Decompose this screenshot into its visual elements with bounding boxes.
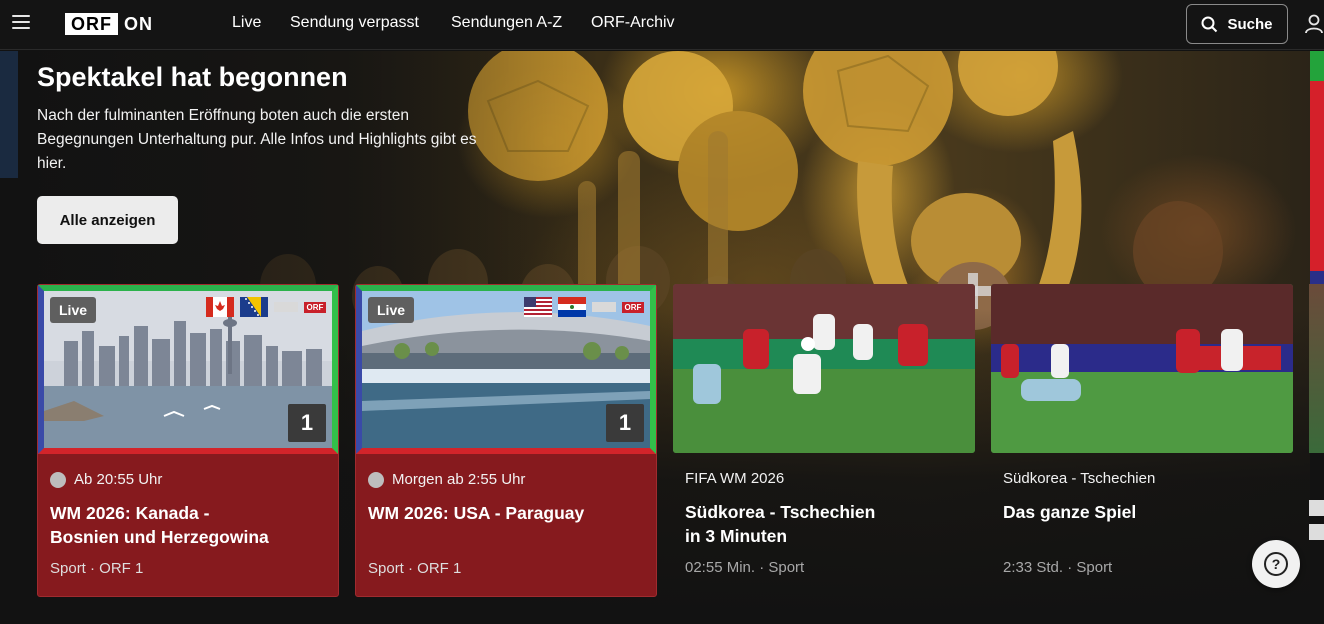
nav-link-orf-archiv[interactable]: ORF-Archiv — [591, 14, 675, 32]
live-badge: Live — [50, 297, 97, 323]
next-card-thumbnail[interactable] — [1309, 284, 1324, 453]
logo-orf: ORF — [65, 13, 118, 35]
card-suedkorea-tschechien-full-match[interactable]: Südkorea - Tschechien Das ganze Spiel 2:… — [991, 284, 1293, 597]
hamburger-menu-icon[interactable] — [12, 15, 30, 33]
card-subtitle: Sport · ORF 1 — [368, 560, 462, 577]
search-icon — [1201, 16, 1218, 32]
next-card-title-fragment — [1309, 500, 1324, 548]
card-thumbnail: Live ORF 1 — [38, 285, 338, 454]
card-thumbnail — [673, 284, 975, 453]
hero-title: Spektakel hat begonnen — [37, 62, 348, 92]
channel-badge: 1 — [606, 404, 644, 442]
orf-on-logo[interactable]: ORF ON — [65, 12, 153, 36]
card-title-line1: Südkorea - Tschechien — [685, 502, 876, 522]
team-flags: ORF — [206, 297, 326, 317]
card-title-line2: Bosnien und Herzegowina — [50, 527, 269, 547]
card-title: WM 2026: USA - Paraguay — [368, 501, 648, 525]
help-button[interactable]: ? — [1252, 540, 1300, 588]
card-title-line2: in 3 Minuten — [685, 526, 788, 546]
card-category: FIFA WM 2026 — [685, 470, 785, 487]
card-time: Morgen ab 2:55 Uhr — [368, 471, 525, 488]
svg-text:?: ? — [1272, 556, 1281, 572]
search-label: Suche — [1227, 15, 1273, 33]
status-dot-icon — [50, 471, 66, 488]
card-time-label: Ab 20:55 Uhr — [74, 471, 163, 488]
broadcaster-logo-icon — [592, 302, 616, 312]
card-time: Ab 20:55 Uhr — [50, 471, 162, 488]
orf-logo-icon: ORF — [304, 301, 326, 313]
card-kanada-bosnien[interactable]: Live ORF 1 Ab 20:55 Uhr WM 2026: Kanada … — [37, 284, 339, 597]
status-dot-icon — [368, 471, 384, 488]
hero-description: Nach der fulminanten Eröffnung boten auc… — [37, 107, 477, 172]
nav-link-sendung-verpasst[interactable]: Sendung verpasst — [290, 14, 419, 32]
card-subtitle: 02:55 Min. · Sport — [685, 559, 805, 576]
card-category: Südkorea - Tschechien — [1003, 470, 1156, 487]
user-icon[interactable] — [1304, 14, 1324, 34]
question-mark-icon: ? — [1264, 552, 1288, 576]
team-flags: ORF — [524, 297, 644, 317]
live-badge: Live — [368, 297, 415, 323]
football-match-image — [673, 284, 975, 453]
search-button[interactable]: Suche — [1186, 4, 1288, 44]
card-time-label: Morgen ab 2:55 Uhr — [392, 471, 526, 488]
card-usa-paraguay[interactable]: Live ORF 1 Morgen ab 2:55 Uhr WM 2026: U… — [355, 284, 657, 597]
nav-link-live[interactable]: Live — [232, 14, 261, 32]
broadcaster-logo-icon — [274, 302, 298, 312]
card-subtitle: 2:33 Std. · Sport — [1003, 559, 1113, 576]
card-subtitle: Sport · ORF 1 — [50, 560, 144, 577]
card-thumbnail — [991, 284, 1293, 453]
bosnia-flag-icon — [240, 297, 268, 317]
card-suedkorea-tschechien-highlights[interactable]: FIFA WM 2026 Südkorea - Tschechien in 3 … — [673, 284, 975, 597]
card-title: WM 2026: Kanada - Bosnien und Herzegowin… — [50, 501, 330, 549]
football-match-image — [991, 284, 1293, 453]
channel-badge: 1 — [288, 404, 326, 442]
previous-slide-edge — [0, 51, 18, 178]
show-all-button[interactable]: Alle anzeigen — [37, 196, 178, 244]
logo-on: ON — [124, 13, 153, 34]
top-navigation: ORF ON Live Sendung verpasst Sendungen A… — [0, 0, 1324, 50]
card-title-line1: Das ganze Spiel — [1003, 502, 1137, 522]
usa-flag-icon — [524, 297, 552, 317]
orf-logo-icon: ORF — [622, 301, 644, 313]
paraguay-flag-icon — [558, 297, 586, 317]
canada-flag-icon — [206, 297, 234, 317]
nav-link-sendungen-a-z[interactable]: Sendungen A-Z — [451, 14, 562, 32]
card-title-line1: WM 2026: USA - Paraguay — [368, 503, 585, 523]
card-title: Das ganze Spiel — [1003, 500, 1283, 524]
card-thumbnail: Live ORF 1 — [356, 285, 656, 454]
card-title: Südkorea - Tschechien in 3 Minuten — [685, 500, 965, 548]
card-title-line1: WM 2026: Kanada - — [50, 503, 210, 523]
